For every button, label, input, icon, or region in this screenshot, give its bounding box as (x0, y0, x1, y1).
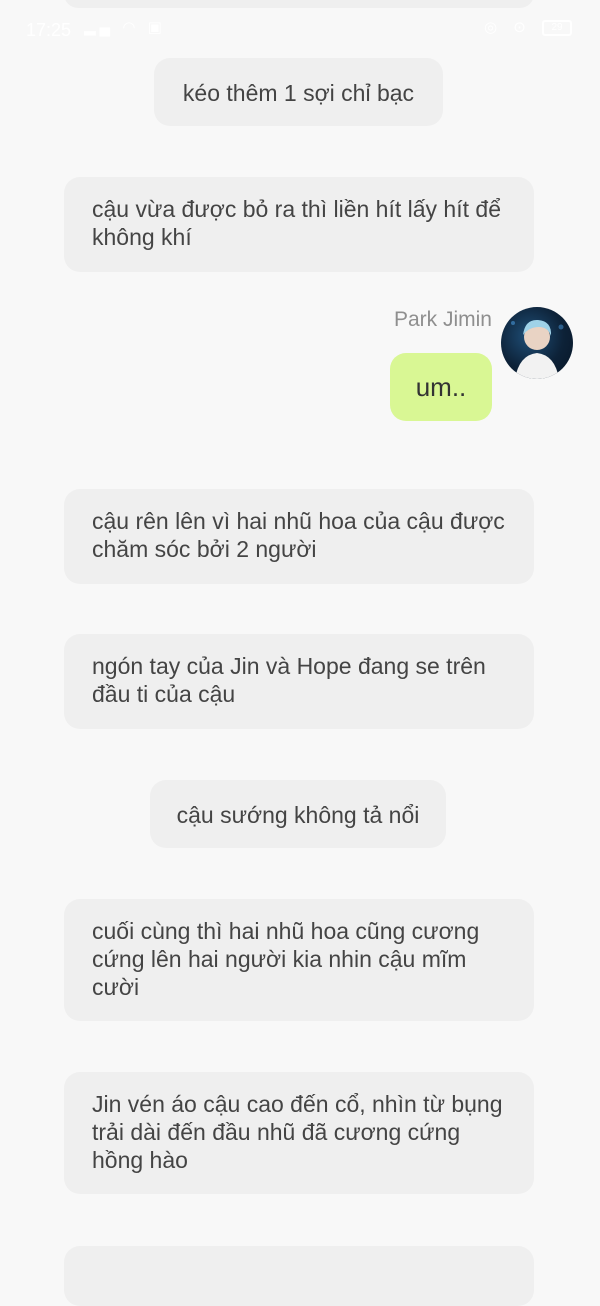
vibrate-icon: ◎ (483, 19, 504, 36)
message-text: um.. (415, 372, 467, 402)
message-bubble[interactable]: cậu rên lên vì hai nhũ hoa của cậu được … (64, 489, 534, 584)
message-text: Jin vén áo cậu cao đến cổ, nhìn từ bụng … (92, 1091, 503, 1173)
status-time: 17:25 (26, 20, 72, 40)
message-text: kéo thêm 1 sợi chỉ bạc (182, 80, 415, 106)
message-text: cuối cùng thì hai nhũ hoa cũng cương cứn… (92, 918, 480, 1000)
message-bubble-partial-bottom (64, 1246, 534, 1306)
message-bubble[interactable]: cậu sướng không tả nổi (150, 780, 446, 848)
status-icons-right: ◎ ⊙ 29 (483, 18, 572, 37)
signal-wifi-icon: ▂▄ ◠ ▣ (84, 19, 166, 36)
message-bubble[interactable]: kéo thêm 1 sợi chỉ bạc (154, 58, 443, 126)
message-bubble[interactable]: cuối cùng thì hai nhũ hoa cũng cương cứn… (64, 899, 534, 1021)
battery-icon: 29 (542, 20, 572, 37)
status-bar: 17:25 ▂▄ ◠ ▣ ◎ ⊙ 29 (0, 0, 600, 62)
user-message-bubble[interactable]: um.. (390, 353, 492, 421)
alarm-icon: ⊙ (513, 19, 532, 36)
avatar[interactable] (501, 307, 573, 379)
avatar-image (511, 319, 564, 379)
message-bubble[interactable]: ngón tay của Jin và Hope đang se trên đầ… (64, 634, 534, 729)
message-text: ngón tay của Jin và Hope đang se trên đầ… (92, 653, 486, 707)
message-text: cậu sướng không tả nổi (176, 802, 420, 828)
message-text: cậu rên lên vì hai nhũ hoa của cậu được … (92, 508, 505, 562)
message-bubble[interactable]: Jin vén áo cậu cao đến cổ, nhìn từ bụng … (64, 1072, 534, 1194)
message-bubble[interactable]: cậu vừa được bỏ ra thì liền hít lấy hít … (64, 177, 534, 272)
message-text: cậu vừa được bỏ ra thì liền hít lấy hít … (92, 196, 501, 250)
sender-name: Park Jimin (393, 308, 492, 331)
